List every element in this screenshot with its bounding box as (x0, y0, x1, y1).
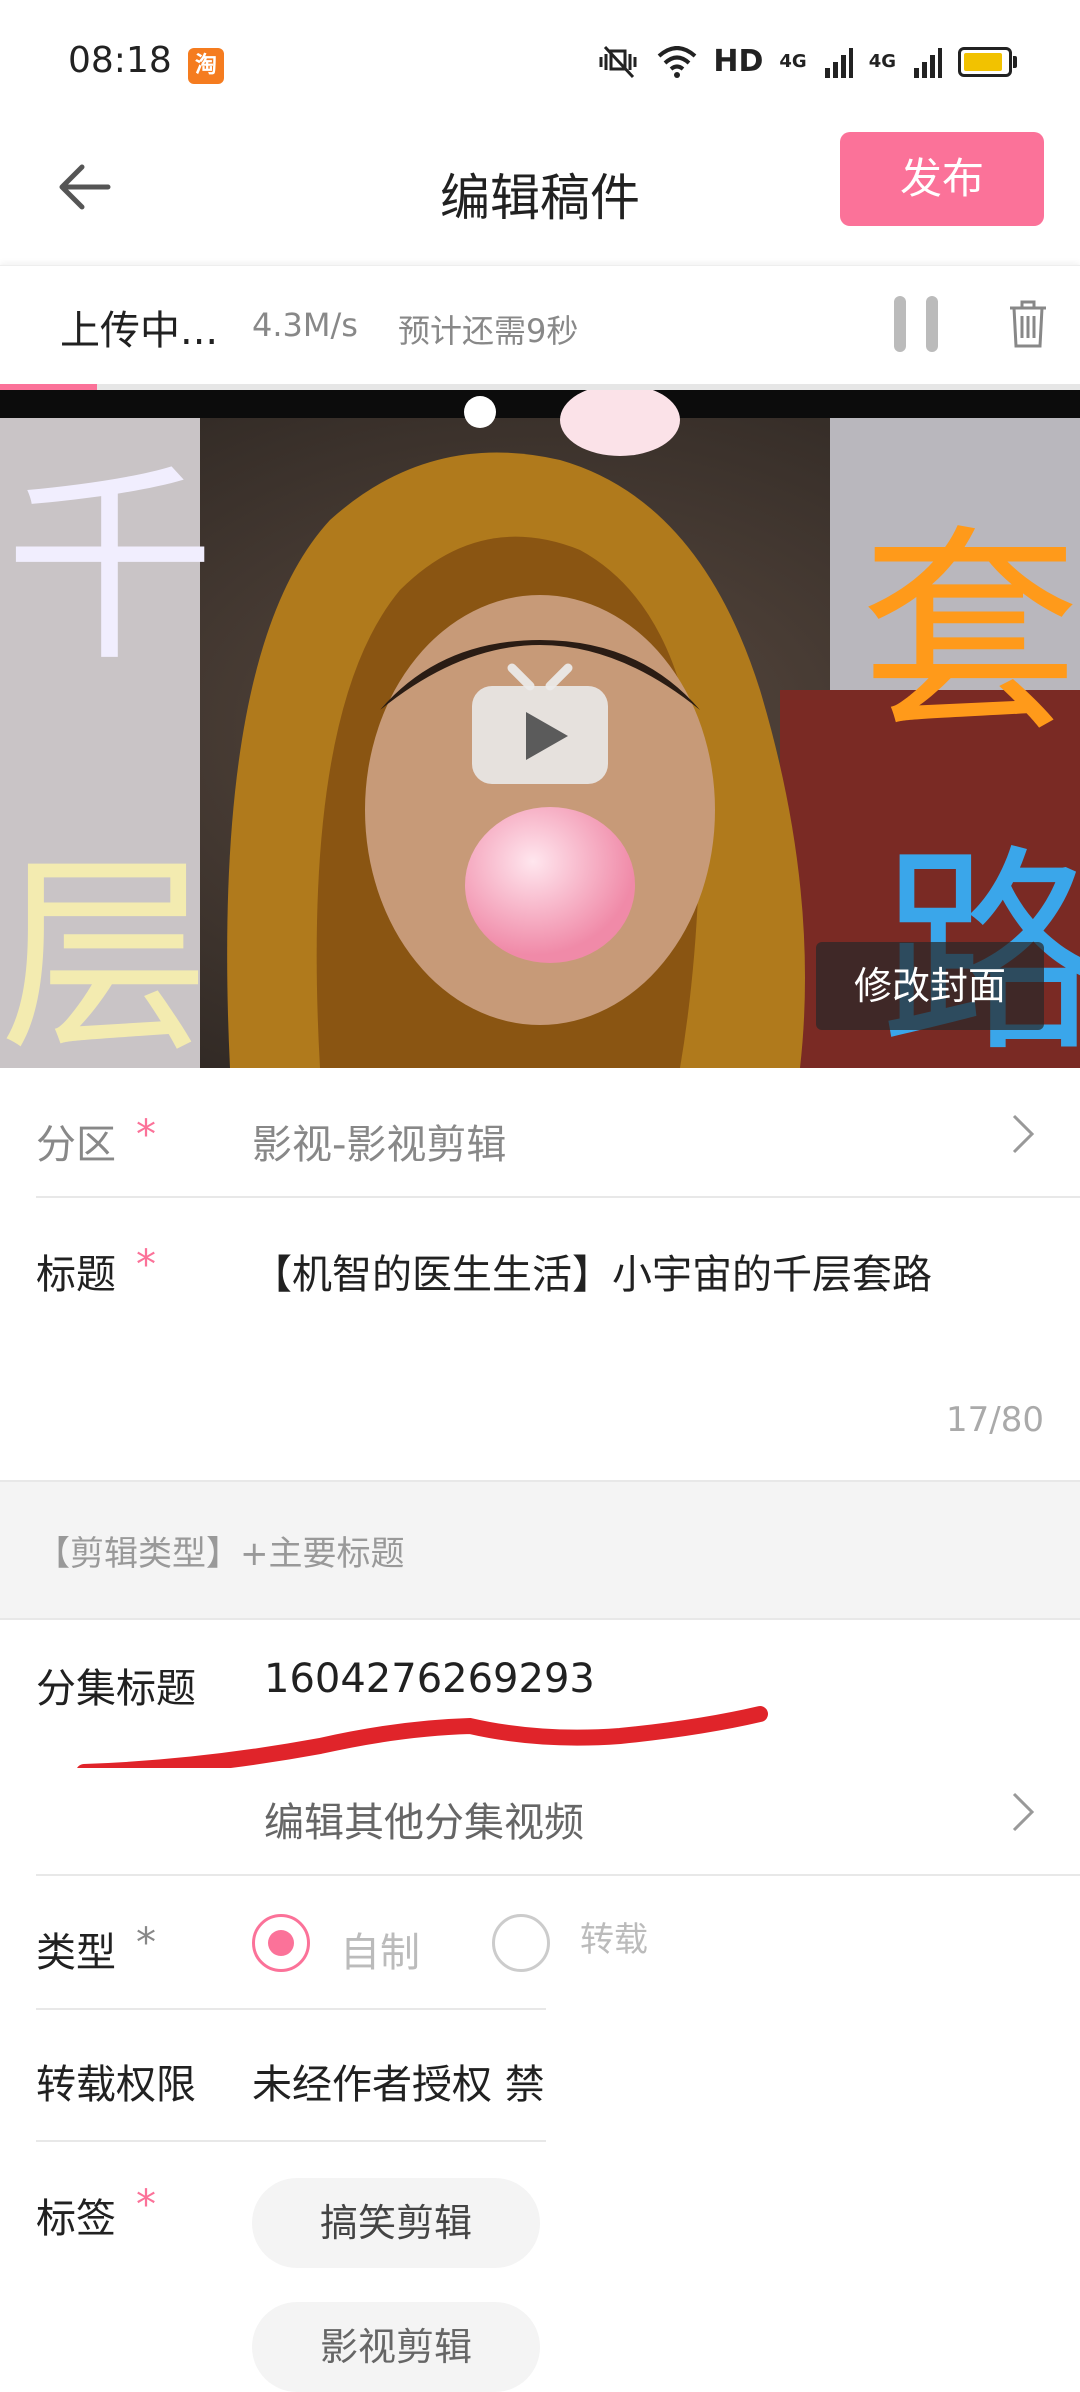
tag-chip[interactable]: 影视剪辑 (252, 2302, 541, 2392)
top-bar: 编辑稿件 发布 (0, 130, 1080, 265)
required-marker: * (136, 1920, 156, 1966)
chevron-right-icon (1012, 1792, 1035, 1832)
upload-eta: 预计还需9秒 (398, 312, 579, 350)
status-bar: 08:18 淘 HD 4G 4G (0, 0, 1080, 130)
title-input[interactable]: 【机智的医生生活】小宇宙的千层套路 (252, 1242, 932, 1300)
edit-other-episodes-row[interactable]: 编辑其他分集视频 (264, 1786, 1080, 1858)
mute-vibrate-icon (599, 45, 637, 78)
tag-chip[interactable]: 搞笑剪辑 (252, 2178, 541, 2268)
repost-permission-row[interactable]: 转载权限 未经作者授权 禁 (0, 2010, 1080, 2142)
battery-icon (958, 46, 1017, 77)
repost-permission-label: 转载权限 (36, 2062, 196, 2108)
cover-text-qian: 千 (5, 445, 215, 690)
title-char-counter: 17/80 (946, 1400, 1044, 1440)
partition-label: 分区 (36, 1122, 116, 1168)
signal-icon (824, 47, 853, 78)
partition-row[interactable]: 分区 * 影视-影视剪辑 (0, 1068, 1080, 1198)
tags-label: 标签 (36, 2196, 116, 2242)
title-row[interactable]: 标题 * 【机智的医生生活】小宇宙的千层套路 17/80 (0, 1198, 1080, 1480)
wifi-icon (658, 45, 697, 78)
pause-icon[interactable] (894, 296, 938, 352)
signal-icon-2 (914, 47, 942, 78)
episode-title-row: 分集标题 1604276269293 编辑其他分集视频 (0, 1618, 1080, 1876)
title-label: 标题 (36, 1252, 116, 1298)
type-radio-original[interactable] (252, 1914, 310, 1972)
red-scribble-annotation (77, 1706, 768, 1768)
partition-value: 影视-影视剪辑 (252, 1122, 507, 1168)
network-4g-label-1: 4G (779, 51, 807, 72)
required-marker: * (136, 1112, 156, 1158)
repost-permission-value: 未经作者授权 禁 (252, 2062, 545, 2108)
type-option-repost[interactable]: 转载 (580, 1912, 648, 1961)
title-format-hint: 【剪辑类型】+主要标题 (0, 1480, 1080, 1620)
type-option-original[interactable]: 自制 (340, 1920, 420, 1978)
hd-label: HD (713, 44, 764, 79)
type-label: 类型 (36, 1930, 116, 1976)
chevron-right-icon (1012, 1114, 1035, 1154)
publish-button[interactable]: 发布 (840, 132, 1044, 226)
upload-status-row: 上传中... 4.3M/s 预计还需9秒 (0, 265, 1080, 389)
trash-icon[interactable] (1008, 298, 1048, 350)
cover-text-tao: 套 (860, 506, 1080, 762)
status-icons: HD 4G 4G (595, 44, 1017, 79)
edit-other-episodes-label: 编辑其他分集视频 (264, 1800, 584, 1846)
tags-row: 标签 * 搞笑剪辑 影视剪辑 (0, 2142, 1080, 2392)
upload-status-text: 上传中... (60, 308, 219, 354)
title-hint-text: 【剪辑类型】+主要标题 (36, 1534, 405, 1574)
network-4g-label-2: 4G (868, 51, 896, 72)
required-marker: * (136, 2182, 156, 2228)
type-row: 类型 * 自制 转载 (0, 1878, 1080, 2010)
type-radio-repost[interactable] (492, 1914, 550, 1972)
repost-permission-value-wrap: 未经作者授权 禁 (252, 2052, 548, 2110)
play-icon[interactable] (468, 662, 612, 788)
upload-speed: 4.3M/s (252, 306, 358, 344)
required-marker: * (136, 1242, 156, 1288)
cover-text-ceng: 层 (0, 835, 210, 1068)
status-time: 08:18 (68, 40, 172, 81)
taobao-app-icon: 淘 (188, 48, 224, 84)
video-cover[interactable]: 千 层 套 路 修改封面 (0, 390, 1080, 1068)
divider (36, 1874, 1080, 1876)
change-cover-button[interactable]: 修改封面 (816, 942, 1044, 1030)
